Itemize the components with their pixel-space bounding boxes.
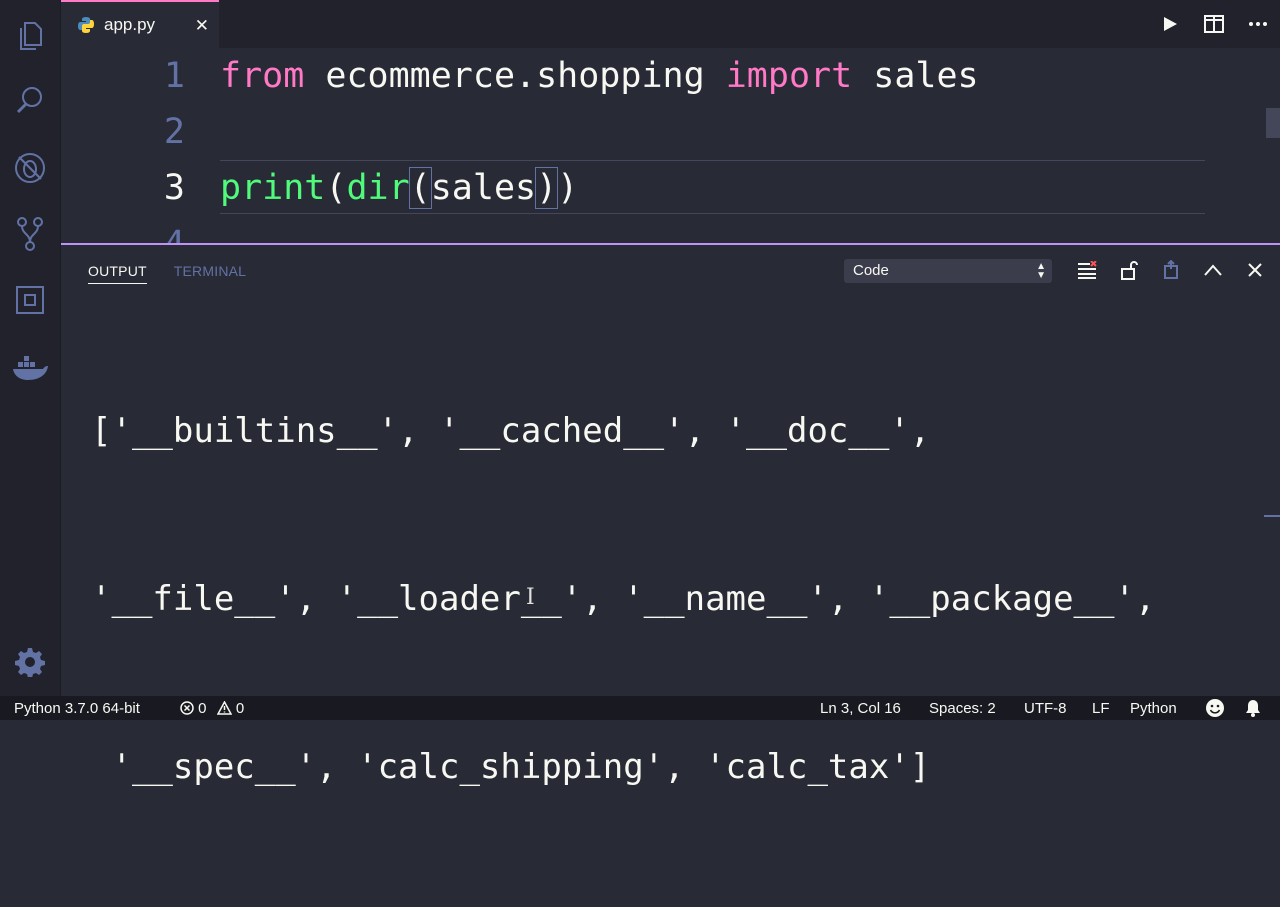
code-line: 3 print(dir(sales)) [61,160,1280,216]
more-actions-icon[interactable] [1248,14,1268,34]
editor-actions [1160,14,1268,34]
code-token: ) [557,168,579,208]
select-arrows-icon: ▲ ▼ [1036,261,1046,281]
settings-gear-icon[interactable] [10,642,50,682]
clear-output-icon[interactable] [1077,259,1097,281]
explorer-icon[interactable] [10,16,50,56]
source-control-icon[interactable] [10,214,50,254]
warning-count: 0 [235,700,245,717]
notifications-bell-icon[interactable] [1244,699,1262,721]
problems-indicator[interactable]: 0 0 [180,700,244,717]
close-panel-icon[interactable] [1245,259,1265,281]
tab-app-py[interactable]: app.py ✕ [61,0,219,48]
panel-scrollbar[interactable] [1264,515,1280,517]
code-token: ( [408,167,432,209]
code-token: from [220,56,305,96]
output-line: '__file__', '__loader__', '__name__', '_… [91,579,1156,619]
tab-output[interactable]: OUTPUT [88,263,147,284]
docker-icon[interactable] [10,348,50,388]
line-number: 3 [163,168,185,208]
close-icon[interactable]: ✕ [195,16,209,36]
output-text[interactable]: ['__builtins__', '__cached__', '__doc__'… [91,291,1271,907]
encoding[interactable]: UTF-8 [1024,700,1067,717]
feedback-smiley-icon[interactable] [1205,698,1225,722]
tab-bar: app.py ✕ [61,0,1280,48]
code-text: print(dir(sales)) [220,160,578,216]
code-line: 2 [61,104,1280,160]
code-line: 1 from ecommerce.shopping import sales [61,48,1280,104]
code-token: ) [535,167,559,209]
tab-label: app.py [104,15,156,34]
code-text: from ecommerce.shopping import sales [220,48,979,104]
maximize-panel-icon[interactable] [1203,259,1223,281]
text-cursor-icon: I [526,585,535,610]
python-file-icon [78,17,94,33]
warning-icon [216,700,232,715]
tab-terminal[interactable]: TERMINAL [174,263,246,284]
open-log-icon[interactable] [1161,259,1181,281]
activity-bar [0,0,61,696]
code-token: ( [325,168,347,208]
line-number: 1 [163,56,185,96]
output-line: '__spec__', 'calc_shipping', 'calc_tax'] [91,747,931,787]
language-mode[interactable]: Python [1130,700,1177,717]
line-number: 4 [141,216,185,243]
indentation[interactable]: Spaces: 2 [929,700,996,717]
line-number: 2 [163,112,185,152]
code-token: import [725,56,853,96]
panel-actions [1077,259,1265,281]
code-token: sales [430,168,537,208]
code-token: ecommerce.shopping [304,56,726,96]
extensions-icon[interactable] [10,280,50,320]
editor-scrollbar[interactable] [1266,108,1280,138]
cursor-position[interactable]: Ln 3, Col 16 [820,700,901,717]
code-token: print [220,168,326,208]
output-panel: OUTPUT TERMINAL Code ▲ ▼ ['__builtins__',… [61,243,1280,787]
panel-tabs: OUTPUT TERMINAL [88,263,246,284]
code-token: sales [852,56,979,96]
debug-icon[interactable] [10,148,50,188]
error-count: 0 [198,700,207,717]
code-token: dir [346,168,410,208]
output-channel-select[interactable]: Code ▲ ▼ [844,259,1052,283]
output-line: ['__builtins__', '__cached__', '__doc__'… [91,411,931,451]
code-line: 4 [61,216,1280,243]
lock-scroll-icon[interactable] [1119,259,1139,281]
output-channel-value: Code [853,262,889,279]
run-icon[interactable] [1160,14,1180,34]
code-editor[interactable]: 1 from ecommerce.shopping import sales 2 3 p… [61,48,1280,243]
search-icon[interactable] [10,80,50,120]
end-of-line[interactable]: LF [1092,700,1110,717]
python-interpreter[interactable]: Python 3.7.0 64-bit [14,700,140,717]
split-editor-icon[interactable] [1204,14,1224,34]
status-bar: Python 3.7.0 64-bit 0 0 Ln 3, Col 16 Spa… [0,696,1280,720]
error-icon [180,701,194,715]
